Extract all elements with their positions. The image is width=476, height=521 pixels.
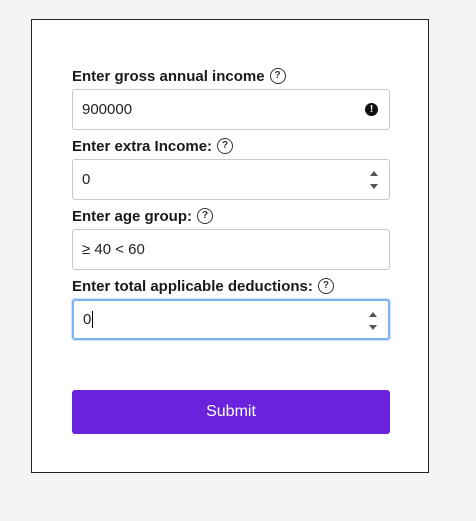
extra-income-value: 0 — [82, 171, 91, 188]
deductions-value-wrap: 0 — [74, 310, 94, 329]
gross-income-field: Enter gross annual income ? 900000 ! — [72, 66, 390, 130]
gross-income-input[interactable]: 900000 ! — [72, 89, 390, 130]
age-group-field: Enter age group: ? ≥ 40 < 60 — [72, 206, 390, 270]
deductions-field: Enter total applicable deductions: ? 0 — [72, 276, 390, 340]
submit-button[interactable]: Submit — [72, 390, 390, 434]
extra-income-field: Enter extra Income: ? 0 — [72, 136, 390, 200]
deductions-label: Enter total applicable deductions: — [72, 277, 313, 295]
tax-form-card: Enter gross annual income ? 900000 ! Ent… — [31, 19, 429, 473]
warning-icon[interactable]: ! — [365, 103, 378, 116]
age-group-help-icon[interactable]: ? — [197, 208, 214, 224]
age-group-label: Enter age group: — [72, 207, 193, 225]
age-group-label-row: Enter age group: ? — [72, 206, 390, 226]
extra-income-spinner[interactable] — [368, 169, 380, 191]
deductions-help-icon[interactable]: ? — [317, 278, 334, 294]
age-group-value: ≥ 40 < 60 — [82, 241, 145, 258]
gross-income-label-row: Enter gross annual income ? — [72, 66, 390, 86]
extra-income-input[interactable]: 0 — [72, 159, 390, 200]
spin-down-icon[interactable] — [369, 325, 377, 330]
extra-income-label: Enter extra Income: — [72, 137, 213, 155]
text-caret — [92, 311, 94, 329]
spin-up-icon[interactable] — [370, 171, 378, 176]
deductions-label-row: Enter total applicable deductions: ? — [72, 276, 390, 296]
extra-income-label-row: Enter extra Income: ? — [72, 136, 390, 156]
spin-up-icon[interactable] — [369, 312, 377, 317]
extra-income-help-icon[interactable]: ? — [217, 138, 234, 154]
age-group-select[interactable]: ≥ 40 < 60 — [72, 229, 390, 270]
spin-down-icon[interactable] — [370, 184, 378, 189]
gross-income-help-icon[interactable]: ? — [269, 68, 286, 84]
deductions-input[interactable]: 0 — [72, 299, 390, 340]
deductions-value: 0 — [83, 310, 92, 328]
deductions-spinner[interactable] — [367, 310, 379, 332]
gross-income-label: Enter gross annual income — [72, 67, 265, 85]
gross-income-value: 900000 — [82, 101, 133, 118]
